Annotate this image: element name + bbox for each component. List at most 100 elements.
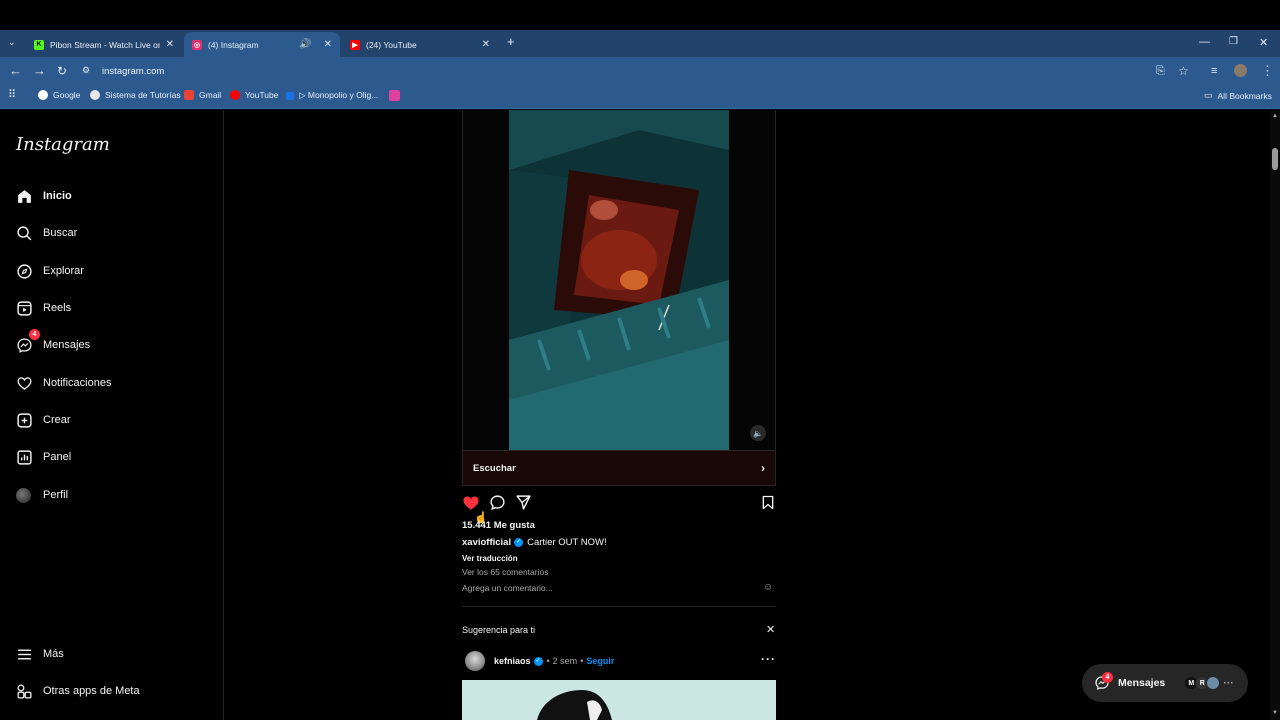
messages-pill-badge: 4 [1102, 672, 1113, 683]
reload-button[interactable]: ↻ [57, 63, 67, 79]
avatar [1206, 676, 1221, 690]
tab-kick[interactable]: K Pibon Stream - Watch Live on K ✕ [26, 32, 182, 57]
save-bookmark-icon[interactable] [760, 494, 776, 511]
like-count[interactable]: 15.441 Me gusta [462, 520, 535, 531]
minimize-button[interactable]: — [1199, 36, 1210, 48]
messages-pill[interactable]: Mensajes M R ··· [1082, 664, 1248, 702]
messages-pill-label: Mensajes [1118, 677, 1166, 689]
globe-icon [90, 90, 100, 100]
instagram-logo[interactable]: Instagram [16, 134, 110, 155]
nav-perfil[interactable]: Perfil [16, 483, 68, 507]
comment-input[interactable]: Agrega un comentario... ☺ [462, 582, 776, 593]
post-divider [462, 606, 776, 607]
nav-meta-apps[interactable]: Otras apps de Meta [16, 679, 140, 703]
url-bar[interactable]: ⚙ instagram.com [82, 61, 1202, 81]
bookmark-tutorias[interactable]: Sistema de Tutorías [90, 90, 181, 100]
suggestion-time: 2 sem [552, 656, 578, 666]
apps-grid-icon[interactable]: ⠿ [8, 88, 16, 101]
youtube-icon: ▶ [350, 39, 360, 50]
verified-badge-icon: ✓ [533, 656, 543, 666]
scroll-up-icon[interactable]: ▲ [1271, 113, 1279, 119]
bookmark-youtube[interactable]: YouTube [230, 90, 278, 100]
nav-buscar[interactable]: Buscar [16, 221, 77, 245]
all-bookmarks[interactable]: ▭ All Bookmarks [1204, 90, 1272, 101]
bookmark-label: Gmail [199, 90, 222, 100]
post-actions [462, 494, 776, 512]
share-icon[interactable] [515, 494, 532, 511]
nav-label: Otras apps de Meta [43, 685, 140, 697]
translate-link[interactable]: Ver traducción [462, 554, 518, 563]
close-window-button[interactable]: ✕ [1259, 36, 1268, 49]
restore-button[interactable]: ❐ [1229, 36, 1238, 47]
nav-mas[interactable]: Más [16, 642, 64, 666]
tab-search-icon[interactable]: ⌄ [8, 37, 16, 48]
tab-title: (4) Instagram [208, 39, 259, 50]
caption-text: Cartier OUT NOW! [527, 537, 607, 548]
escuchar-bar[interactable]: Escuchar › [462, 450, 776, 486]
verified-badge-icon: ✓ [514, 538, 524, 547]
install-app-icon[interactable]: ⎘ [1156, 63, 1165, 79]
gmail-icon [184, 90, 194, 100]
nav-label: Crear [43, 414, 71, 426]
scroll-thumb[interactable] [1272, 148, 1278, 170]
tab-instagram[interactable]: ◎ (4) Instagram 🔊 ✕ [184, 32, 340, 57]
nav-label: Perfil [43, 489, 69, 501]
emoji-icon[interactable]: ☺ [763, 582, 773, 593]
follow-button[interactable]: Seguir [586, 656, 614, 666]
post-caption: xaviofficial ✓ Cartier OUT NOW! [462, 537, 607, 548]
tab-youtube[interactable]: ▶ (24) YouTube ✕ [342, 32, 498, 57]
new-tab-button[interactable]: + [507, 34, 515, 49]
view-comments-link[interactable]: Ver los 65 comentarios [462, 567, 548, 577]
close-icon[interactable]: ✕ [482, 39, 490, 50]
nav-label: Panel [43, 451, 72, 463]
nav-label: Mensajes [43, 339, 91, 351]
nav-crear[interactable]: Crear [16, 408, 71, 432]
back-button[interactable]: ← [9, 63, 22, 79]
nav-inicio[interactable]: Inicio [16, 184, 72, 208]
bookmark-star-icon[interactable]: ☆ [1178, 63, 1189, 79]
close-icon[interactable]: ✕ [766, 623, 775, 636]
avatar[interactable] [465, 651, 485, 671]
dot-separator: • [546, 656, 550, 666]
chevron-right-icon: › [761, 461, 765, 475]
close-icon[interactable]: ✕ [166, 39, 174, 50]
scroll-down-icon[interactable]: ▼ [1271, 710, 1279, 716]
mute-button[interactable]: 🔈 [750, 425, 766, 441]
menu-icon[interactable]: ⋮ [1261, 63, 1274, 79]
more-options-icon[interactable]: ··· [761, 652, 776, 666]
nav-panel[interactable]: Panel [16, 445, 71, 469]
audio-icon[interactable]: 🔊 [299, 39, 311, 50]
close-icon[interactable]: ✕ [324, 39, 332, 50]
caption-username[interactable]: xaviofficial [462, 537, 511, 548]
forward-button[interactable]: → [33, 63, 46, 79]
nav-mensajes[interactable]: 4 Mensajes [16, 329, 91, 357]
page-scrollbar[interactable] [1270, 110, 1280, 720]
nav-notificaciones[interactable]: Notificaciones [16, 371, 111, 395]
nav-reels[interactable]: Reels [16, 296, 71, 320]
all-bookmarks-label: All Bookmarks [1217, 90, 1272, 101]
bookmark-google[interactable]: Google [38, 90, 80, 100]
doc-icon [286, 91, 294, 100]
comment-icon[interactable] [489, 494, 506, 511]
site-info-icon[interactable]: ⚙ [82, 65, 94, 77]
plus-square-icon [17, 412, 32, 428]
folder-icon: ▭ [1204, 90, 1213, 100]
bookmark-extra[interactable] [389, 90, 405, 101]
home-icon [18, 189, 31, 203]
suggestion-media[interactable] [462, 680, 776, 720]
like-heart-icon[interactable] [462, 494, 480, 512]
bookmark-gmail[interactable]: Gmail [184, 90, 221, 100]
google-icon [38, 90, 48, 100]
profile-avatar[interactable] [1234, 64, 1247, 77]
heart-icon [17, 376, 32, 390]
media-controls-icon[interactable]: ≡ [1211, 63, 1217, 79]
suggestion-header: kefniaos ✓ • 2 sem • Seguir [465, 650, 614, 672]
bookmark-monopolio[interactable]: ▷ Monopolio y Olig... [286, 90, 378, 101]
messages-avatars: M R ··· [1184, 676, 1234, 690]
suggestion-username[interactable]: kefniaos [494, 656, 531, 666]
nav-label: Explorar [43, 265, 84, 277]
bookmark-label: ▷ Monopolio y Olig... [299, 90, 379, 100]
post-video[interactable] [509, 110, 729, 450]
nav-explorar[interactable]: Explorar [16, 259, 84, 283]
nav-label: Notificaciones [43, 377, 112, 389]
